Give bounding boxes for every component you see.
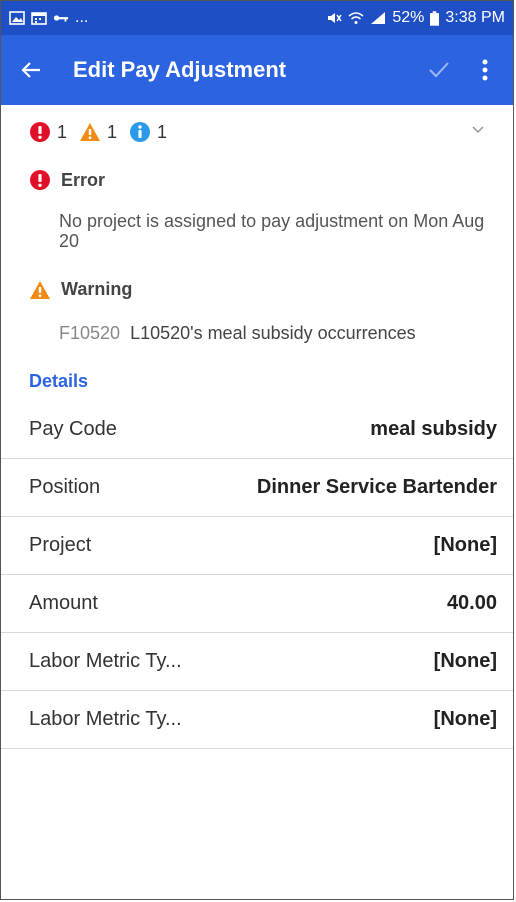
detail-row-pay-code[interactable]: Pay Code meal subsidy bbox=[1, 401, 513, 459]
warning-icon bbox=[30, 280, 50, 299]
status-right: 52% 3:38 PM bbox=[326, 9, 505, 27]
save-button[interactable] bbox=[413, 35, 465, 105]
error-label: Error bbox=[61, 169, 106, 190]
error-icon bbox=[30, 122, 50, 142]
info-count-group: 1 bbox=[129, 121, 167, 143]
app-bar: Edit Pay Adjustment bbox=[1, 35, 513, 105]
detail-row-project[interactable]: Project [None] bbox=[1, 517, 513, 575]
chevron-down-icon[interactable] bbox=[471, 123, 485, 137]
detail-value: [None] bbox=[433, 708, 497, 730]
status-time: 3:38 PM bbox=[445, 9, 505, 26]
image-icon bbox=[9, 11, 25, 25]
status-left: ... bbox=[9, 9, 88, 27]
detail-value: meal subsidy bbox=[370, 418, 497, 440]
app-screen: ... 52% 3:38 PM Edit Pay Adjustment 1 1 … bbox=[0, 0, 514, 900]
back-button[interactable] bbox=[1, 35, 61, 105]
warning-code: F10520 bbox=[59, 323, 121, 343]
info-icon bbox=[130, 122, 151, 142]
detail-label: Project bbox=[29, 534, 92, 556]
detail-row-labor-metric-type-1[interactable]: Labor Metric Ty... [None] bbox=[1, 633, 513, 691]
warning-header: Warning bbox=[29, 279, 132, 300]
error-count: 1 bbox=[57, 121, 68, 142]
detail-value: [None] bbox=[433, 534, 497, 556]
status-overflow: ... bbox=[75, 9, 89, 26]
detail-value: Dinner Service Bartender bbox=[256, 476, 497, 498]
page-title: Edit Pay Adjustment bbox=[73, 57, 287, 82]
warning-label: Warning bbox=[61, 279, 133, 299]
detail-label: Pay Code bbox=[29, 418, 117, 440]
calendar-icon bbox=[31, 12, 47, 25]
check-icon bbox=[429, 62, 449, 78]
warning-count: 1 bbox=[107, 121, 118, 142]
warning-text: L10520's meal subsidy occurrences bbox=[130, 323, 416, 343]
error-count-group: 1 bbox=[29, 121, 67, 143]
detail-label: Amount bbox=[29, 592, 98, 614]
alert-summary[interactable]: 1 1 1 bbox=[1, 111, 513, 153]
battery-percent: 52% bbox=[392, 9, 425, 26]
detail-row-labor-metric-type-2[interactable]: Labor Metric Ty... [None] bbox=[1, 691, 513, 749]
detail-row-amount[interactable]: Amount 40.00 bbox=[1, 575, 513, 633]
error-header: Error bbox=[29, 169, 105, 191]
mute-icon bbox=[328, 13, 342, 23]
detail-value: 40.00 bbox=[446, 592, 497, 614]
more-options-button[interactable] bbox=[465, 35, 505, 105]
error-message: No project is assigned to pay adjustment… bbox=[59, 211, 485, 251]
back-arrow-icon bbox=[21, 62, 40, 78]
signal-icon bbox=[371, 12, 386, 24]
key-icon bbox=[53, 15, 69, 22]
detail-row-position[interactable]: Position Dinner Service Bartender bbox=[1, 459, 513, 517]
detail-value: [None] bbox=[433, 650, 497, 672]
wifi-icon bbox=[348, 12, 364, 24]
more-vert-icon bbox=[482, 59, 488, 81]
details-heading: Details bbox=[29, 371, 89, 391]
details-list: Pay Code meal subsidy Position Dinner Se… bbox=[1, 401, 513, 749]
warning-count-group: 1 bbox=[79, 122, 117, 143]
battery-icon bbox=[430, 10, 440, 26]
detail-label: Labor Metric Ty... bbox=[29, 650, 182, 672]
status-bar: ... 52% 3:38 PM bbox=[1, 1, 513, 35]
warning-icon bbox=[80, 123, 101, 141]
warning-message: F10520 L10520's meal subsidy occurrences bbox=[59, 323, 416, 344]
info-count: 1 bbox=[157, 121, 168, 142]
error-icon bbox=[30, 170, 50, 190]
detail-label: Position bbox=[29, 476, 101, 498]
detail-label: Labor Metric Ty... bbox=[29, 708, 182, 730]
